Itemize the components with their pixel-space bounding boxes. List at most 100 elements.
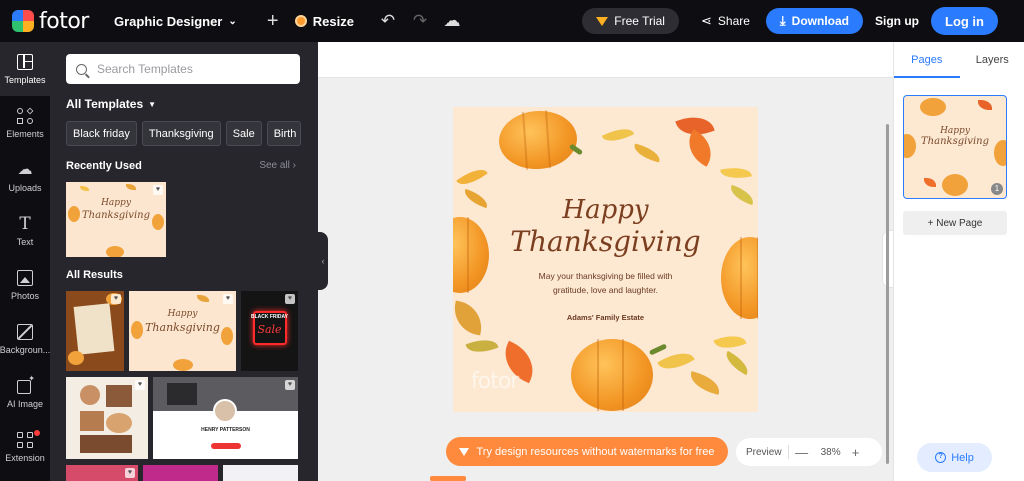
leaf-illustration (601, 123, 635, 147)
templates-panel: All Templates ▼ Black friday Thanksgivin… (50, 42, 318, 481)
cloud-save-icon[interactable]: ☁ (436, 11, 468, 31)
zoom-in-button[interactable]: + (849, 445, 863, 460)
rail-item-background[interactable]: Backgroun... (0, 312, 50, 366)
leaf-illustration (687, 371, 723, 395)
template-thumbnail[interactable]: HENRY PATTERSON ♥ (153, 377, 298, 459)
rail-item-ai-image[interactable]: AI Image (0, 366, 50, 420)
help-button[interactable]: ? Help (917, 443, 992, 472)
all-templates-dropdown[interactable]: All Templates ▼ (66, 97, 156, 111)
see-all-label: See all (259, 160, 290, 171)
collapse-panel-button[interactable]: ‹ (318, 232, 328, 290)
notification-dot (34, 430, 40, 436)
share-button[interactable]: ⋖ Share (701, 13, 750, 29)
caret-down-icon: ▼ (148, 99, 157, 109)
promo-label: Try design resources without watermarks … (476, 445, 715, 458)
free-trial-button[interactable]: Free Trial (582, 8, 679, 34)
chip-thanksgiving[interactable]: Thanksgiving (141, 121, 221, 146)
rail-item-extension[interactable]: Extension (0, 420, 50, 474)
rail-label: Text (16, 236, 34, 247)
undo-icon[interactable]: ↶ (372, 11, 404, 31)
diamond-icon (459, 447, 470, 456)
card-title-line1[interactable]: Happy (453, 195, 758, 225)
heart-icon[interactable]: ♥ (153, 185, 163, 195)
card-body-line1[interactable]: May your thanksgiving be filled with (453, 269, 758, 283)
search-input[interactable] (97, 62, 297, 76)
pumpkin-illustration (571, 339, 653, 411)
leaf-illustration (465, 334, 499, 358)
download-icon: ⤓ (779, 13, 786, 28)
template-thumbnail[interactable]: Happy Thanksgiving ♥ (66, 182, 166, 257)
card-body-line2[interactable]: gratitude, love and laughter. (453, 283, 758, 297)
card-title-line2[interactable]: Thanksgiving (453, 225, 758, 258)
rail-item-templates[interactable]: Templates (0, 42, 50, 96)
chevron-left-icon: ‹ (321, 256, 325, 266)
thumb-text: Sale (257, 323, 282, 336)
fotor-logo[interactable]: fotor (12, 9, 104, 34)
rail-label: Elements (6, 128, 44, 139)
category-chips: Black friday Thanksgiving Sale Birth (66, 121, 318, 146)
tab-pages[interactable]: Pages (894, 42, 960, 78)
rail-label: Templates (4, 74, 46, 85)
chip-birthday[interactable]: Birth (266, 121, 301, 146)
rail-item-uploads[interactable]: ☁ Uploads (0, 150, 50, 204)
heart-icon[interactable]: ♥ (285, 294, 295, 304)
template-thumbnail[interactable]: ♥ (66, 377, 148, 459)
project-type-label: Graphic Designer (114, 13, 223, 29)
upload-cloud-icon: ☁ (17, 160, 33, 178)
new-page-button[interactable]: + New Page (903, 211, 1007, 235)
heart-icon[interactable]: ♥ (223, 294, 233, 304)
bottom-indicator (430, 476, 466, 481)
template-thumbnail[interactable]: Happy Thanksgiving ♥ (129, 291, 236, 371)
add-icon[interactable]: + (257, 10, 289, 33)
redo-icon[interactable]: ↷ (404, 11, 436, 31)
rail-item-elements[interactable]: Elements (0, 96, 50, 150)
see-all-link[interactable]: See all › (259, 160, 296, 171)
design-canvas[interactable]: Happy Thanksgiving May your thanksgiving… (453, 107, 758, 412)
context-toolbar (318, 42, 893, 78)
search-box[interactable] (66, 54, 300, 84)
signup-link[interactable]: Sign up (875, 14, 919, 28)
download-label: Download (791, 14, 849, 28)
page-thumbnail[interactable]: Happy Thanksgiving 1 (903, 95, 1007, 199)
rail-item-photos[interactable]: Photos (0, 258, 50, 312)
card-signature[interactable]: Adams' Family Estate (453, 313, 758, 322)
template-thumbnail[interactable] (143, 465, 218, 481)
ai-image-icon (17, 374, 35, 394)
zoom-out-button[interactable]: — (795, 445, 809, 460)
thumb-title: Happy (167, 309, 198, 319)
heart-icon[interactable]: ♥ (135, 380, 145, 390)
rail-label: Extension (5, 452, 45, 463)
fotor-watermark: fotor (471, 369, 519, 394)
diamond-icon (596, 16, 609, 26)
template-thumbnail[interactable] (223, 465, 298, 481)
text-icon: T (19, 213, 31, 234)
template-thumbnail[interactable]: ♥ (66, 291, 124, 371)
resize-button[interactable]: Resize (294, 14, 354, 29)
leaf-illustration (657, 345, 695, 377)
template-thumbnail[interactable]: ♥ (66, 465, 138, 481)
heart-icon[interactable]: ♥ (125, 468, 135, 478)
chip-sale[interactable]: Sale (225, 121, 262, 146)
login-button[interactable]: Log in (931, 7, 998, 35)
chip-black-friday[interactable]: Black friday (66, 121, 137, 146)
logo-text: fotor (39, 8, 89, 34)
project-type-dropdown[interactable]: Graphic Designer ⌄ (114, 14, 237, 29)
remove-watermark-promo-button[interactable]: Try design resources without watermarks … (446, 437, 728, 466)
rail-item-text[interactable]: T Text (0, 204, 50, 258)
search-icon (76, 63, 87, 75)
template-thumbnail[interactable]: BLACK FRIDAY Sale ♥ (241, 291, 298, 371)
zoom-level[interactable]: 38% (821, 447, 841, 458)
vertical-scrollbar[interactable] (886, 124, 889, 464)
heart-icon[interactable]: ♥ (111, 294, 121, 304)
share-icon: ⋖ (700, 13, 712, 28)
recently-used-heading: Recently Used (66, 160, 142, 172)
tab-layers[interactable]: Layers (960, 42, 1024, 78)
zoom-controls: Preview — 38% + (736, 438, 882, 466)
chevron-down-icon: ⌄ (228, 15, 237, 27)
preview-button[interactable]: Preview (746, 447, 782, 458)
templates-icon (17, 53, 33, 70)
download-button[interactable]: ⤓ Download (765, 8, 863, 34)
fotor-logo-icon (12, 10, 34, 32)
heart-icon[interactable]: ♥ (285, 380, 295, 390)
all-templates-label: All Templates (66, 97, 144, 111)
